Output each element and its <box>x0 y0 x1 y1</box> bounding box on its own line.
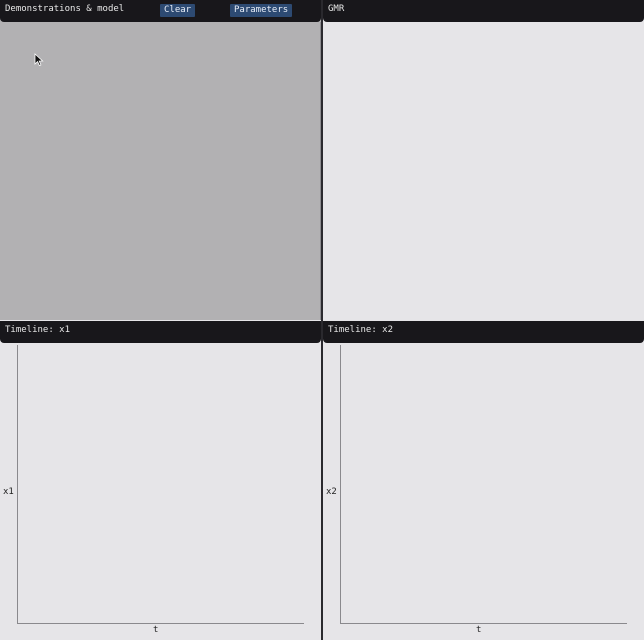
timeline-x2-plot[interactable]: x2 t <box>323 343 644 640</box>
demonstrations-title: Demonstrations & model <box>5 4 125 14</box>
timeline-x1-xlabel: t <box>153 625 159 635</box>
timeline-x2-panel: Timeline: x2 x2 t <box>323 321 644 640</box>
timeline-x1-panel: Timeline: x1 x1 t <box>0 321 321 640</box>
timeline-x2-ylabel: x2 <box>326 487 337 497</box>
vertical-divider[interactable] <box>321 0 323 640</box>
timeline-x2-titlebar: Timeline: x2 <box>323 321 644 343</box>
timeline-x2-axes <box>340 345 627 624</box>
timeline-x1-axes <box>17 345 304 624</box>
gmr-canvas[interactable] <box>323 22 644 320</box>
app-window: Demonstrations & model Clear Parameters … <box>0 0 644 640</box>
timeline-x1-plot[interactable]: x1 t <box>0 343 321 640</box>
timeline-x1-ylabel: x1 <box>3 487 14 497</box>
clear-button[interactable]: Clear <box>160 4 196 17</box>
gmr-title: GMR <box>328 4 345 14</box>
demonstrations-canvas[interactable] <box>0 22 321 320</box>
mouse-pointer-icon <box>34 53 44 67</box>
timeline-x1-titlebar: Timeline: x1 <box>0 321 321 343</box>
timeline-x2-title: Timeline: x2 <box>328 325 394 335</box>
parameters-button[interactable]: Parameters <box>230 4 293 17</box>
gmr-panel: GMR <box>323 0 644 320</box>
gmr-titlebar: GMR <box>323 0 644 22</box>
demonstrations-panel: Demonstrations & model Clear Parameters <box>0 0 321 320</box>
timeline-x2-xlabel: t <box>476 625 482 635</box>
demonstrations-titlebar: Demonstrations & model Clear Parameters <box>0 0 321 22</box>
timeline-x1-title: Timeline: x1 <box>5 325 71 335</box>
